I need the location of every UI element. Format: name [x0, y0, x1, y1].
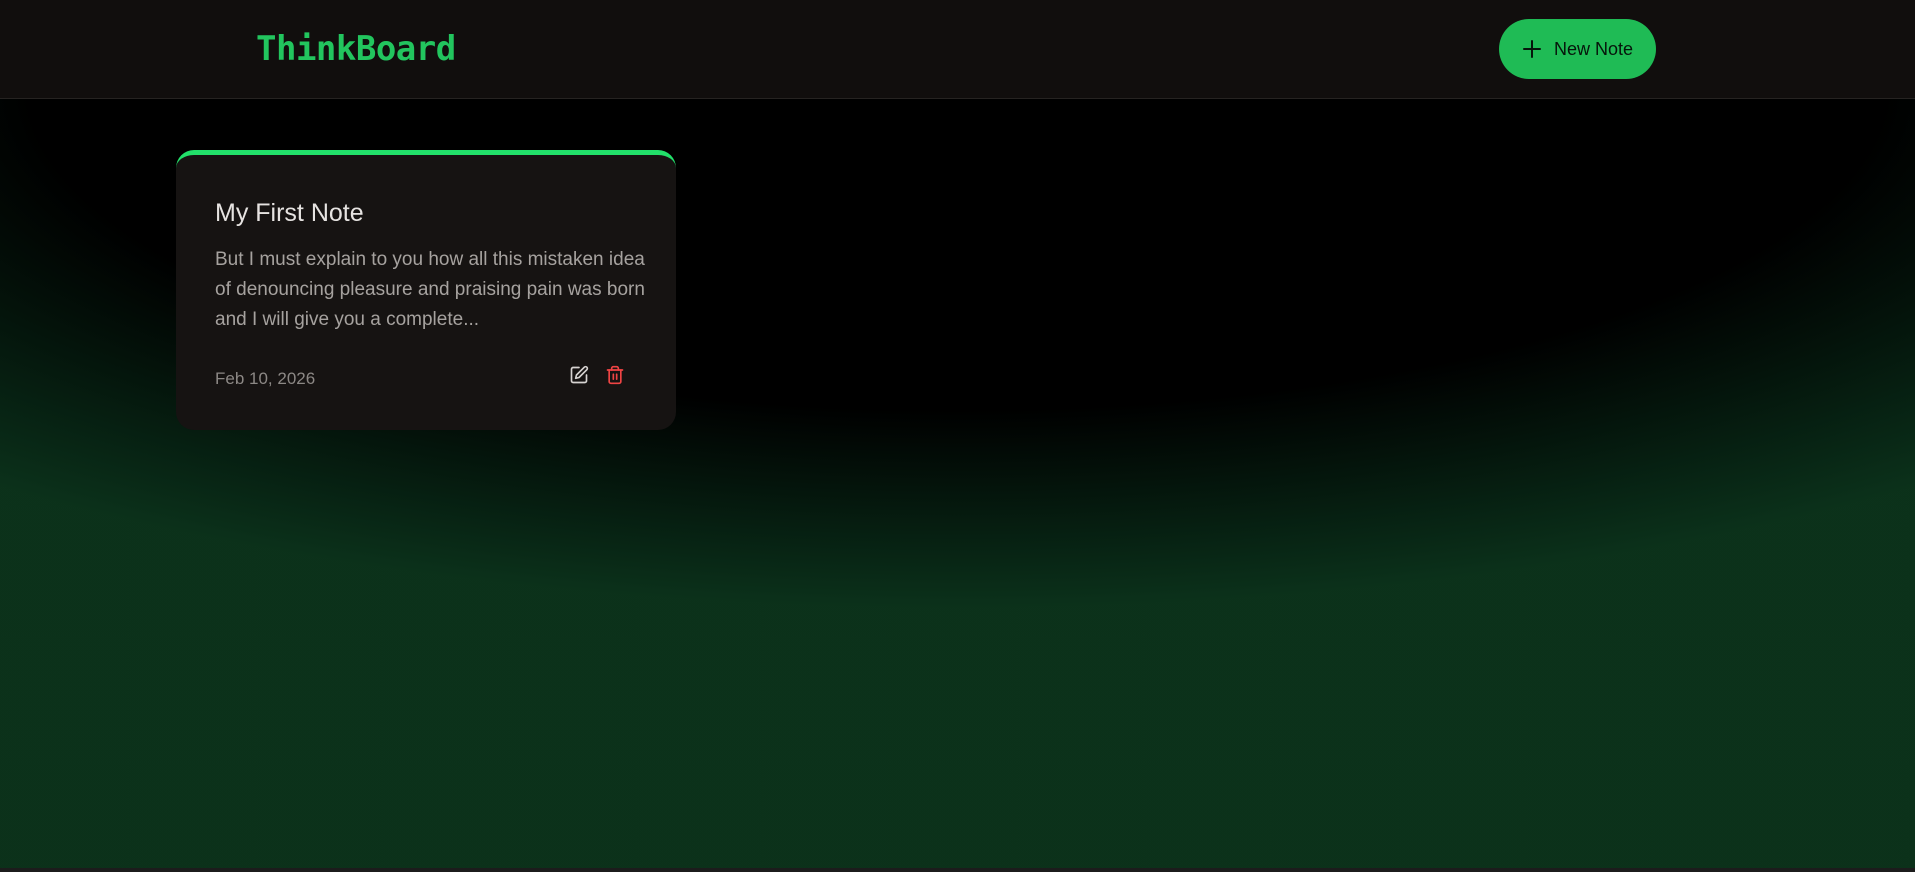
edit-icon	[569, 365, 589, 389]
new-note-label: New Note	[1553, 38, 1634, 59]
delete-note-button[interactable]	[603, 365, 627, 389]
note-content: But I must explain to you how all this m…	[215, 249, 645, 330]
edit-note-button[interactable]	[567, 365, 591, 389]
note-title: My First Note	[215, 199, 364, 227]
bottom-border	[0, 868, 1915, 872]
background-glow	[0, 0, 1915, 868]
top-navbar: ThinkBoard New Note	[0, 0, 1915, 99]
trash-icon	[605, 365, 625, 389]
note-card[interactable]: My First Note But I must explain to you …	[176, 150, 676, 430]
app-logo[interactable]: ThinkBoard	[256, 26, 456, 72]
note-date: Feb 10, 2026	[215, 369, 316, 388]
app-root: ThinkBoard New Note My First Note But I …	[0, 0, 1915, 872]
plus-icon	[1522, 39, 1542, 59]
new-note-button[interactable]: New Note	[1499, 19, 1656, 79]
